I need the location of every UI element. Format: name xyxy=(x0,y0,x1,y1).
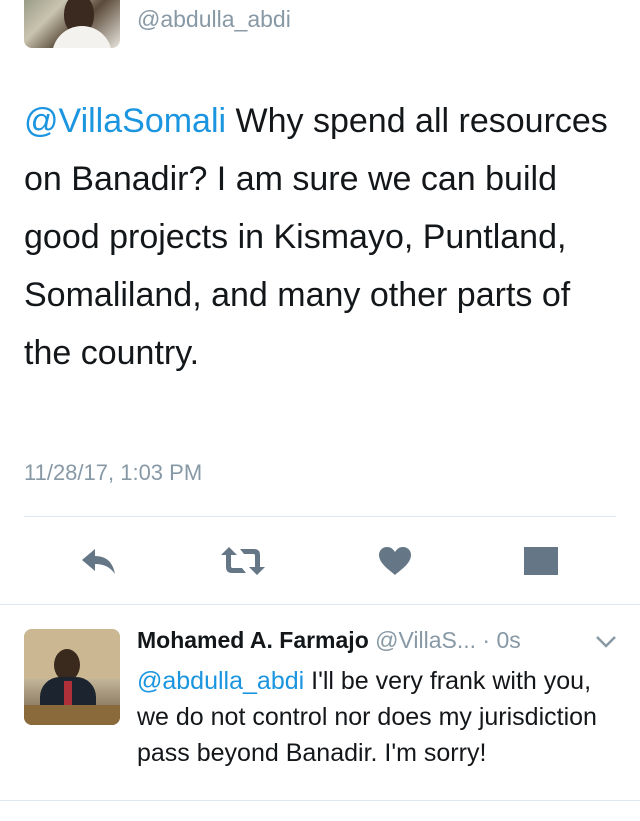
top-tweet-avatar[interactable] xyxy=(24,0,120,48)
avatar-tie xyxy=(64,681,72,707)
retweet-icon xyxy=(221,547,265,575)
chevron-down-icon xyxy=(596,636,616,648)
reply-mention-link[interactable]: @abdulla_abdi xyxy=(137,667,304,695)
reply-avatar[interactable] xyxy=(24,629,120,725)
avatar-desk xyxy=(24,705,120,725)
like-button[interactable] xyxy=(370,538,420,584)
direct-message-button[interactable] xyxy=(516,538,566,584)
divider xyxy=(24,516,616,517)
reply-time: · 0s xyxy=(476,627,521,653)
reply-text: @abdulla_abdi I'll be very frank with yo… xyxy=(137,663,617,771)
reply-author-name[interactable]: Mohamed A. Farmajo xyxy=(137,627,369,653)
reply-button[interactable] xyxy=(74,538,124,584)
avatar-robe xyxy=(52,26,112,48)
tweet-text: @VillaSomali Why spend all resources on … xyxy=(24,92,614,382)
reply-tweet[interactable]: Mohamed A. Farmajo @VillaS... · 0s @abdu… xyxy=(0,605,640,821)
reply-icon xyxy=(82,549,115,574)
tweet-timestamp: 11/28/17, 1:03 PM xyxy=(24,460,203,485)
tweet-actions xyxy=(0,538,640,588)
reply-author-handle[interactable]: @VillaS... xyxy=(375,627,476,653)
tweet-mention-link[interactable]: @VillaSomali xyxy=(24,102,226,140)
tweet-body: Why spend all resources on Banadir? I am… xyxy=(24,102,608,372)
direct-message-icon xyxy=(524,547,558,575)
retweet-button[interactable] xyxy=(218,538,268,584)
top-tweet-handle[interactable]: @abdulla_abdi xyxy=(137,6,291,33)
reply-header: Mohamed A. Farmajo @VillaS... · 0s xyxy=(137,627,521,654)
divider xyxy=(0,800,640,801)
tweet-menu-button[interactable] xyxy=(595,635,617,654)
like-icon xyxy=(379,547,411,575)
